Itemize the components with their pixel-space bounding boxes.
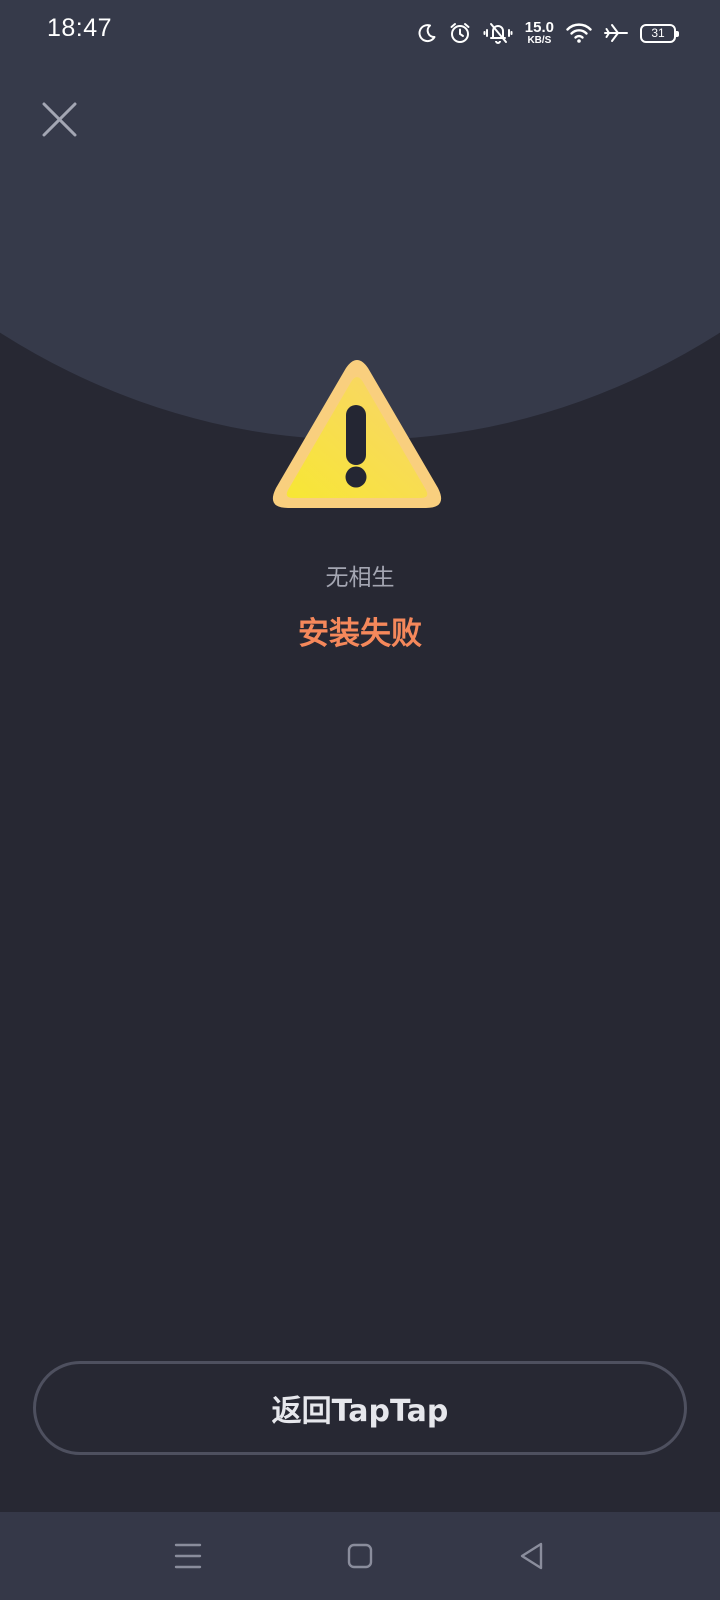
alarm-icon bbox=[450, 23, 470, 43]
wifi-icon bbox=[566, 23, 592, 43]
close-icon bbox=[42, 102, 77, 137]
moon-icon bbox=[418, 24, 436, 43]
install-status-text: 安装失败 bbox=[298, 616, 422, 652]
network-speed-value: 15.0 bbox=[524, 19, 554, 36]
airplane-icon bbox=[604, 24, 628, 42]
status-icons: 15.0 KB/S 31 bbox=[417, 16, 679, 50]
navigation-bar bbox=[0, 1512, 720, 1600]
back-button[interactable] bbox=[510, 1534, 554, 1578]
return-to-taptap-button[interactable]: 返回TapTap bbox=[33, 1361, 687, 1455]
vibrate-icon bbox=[483, 23, 513, 44]
return-button-label: 返回TapTap bbox=[271, 1394, 449, 1429]
status-bar: 18:47 15.0 KB/S 31 bbox=[0, 0, 720, 64]
network-speed: 15.0 KB/S bbox=[525, 20, 554, 46]
menu-icon bbox=[174, 1543, 202, 1569]
close-button[interactable] bbox=[38, 98, 82, 142]
recent-apps-button[interactable] bbox=[166, 1534, 210, 1578]
battery-icon: 31 bbox=[640, 23, 679, 43]
network-speed-unit: KB/S bbox=[527, 35, 552, 46]
warning-icon bbox=[272, 360, 442, 508]
home-icon bbox=[347, 1543, 373, 1569]
install-result-screen: 18:47 15.0 KB/S 31 无相生 安装失败 返回TapTap bbox=[0, 0, 720, 1600]
app-name: 无相生 bbox=[325, 565, 395, 591]
back-icon bbox=[520, 1542, 543, 1570]
home-button[interactable] bbox=[338, 1534, 382, 1578]
status-time: 18:47 bbox=[47, 14, 113, 42]
